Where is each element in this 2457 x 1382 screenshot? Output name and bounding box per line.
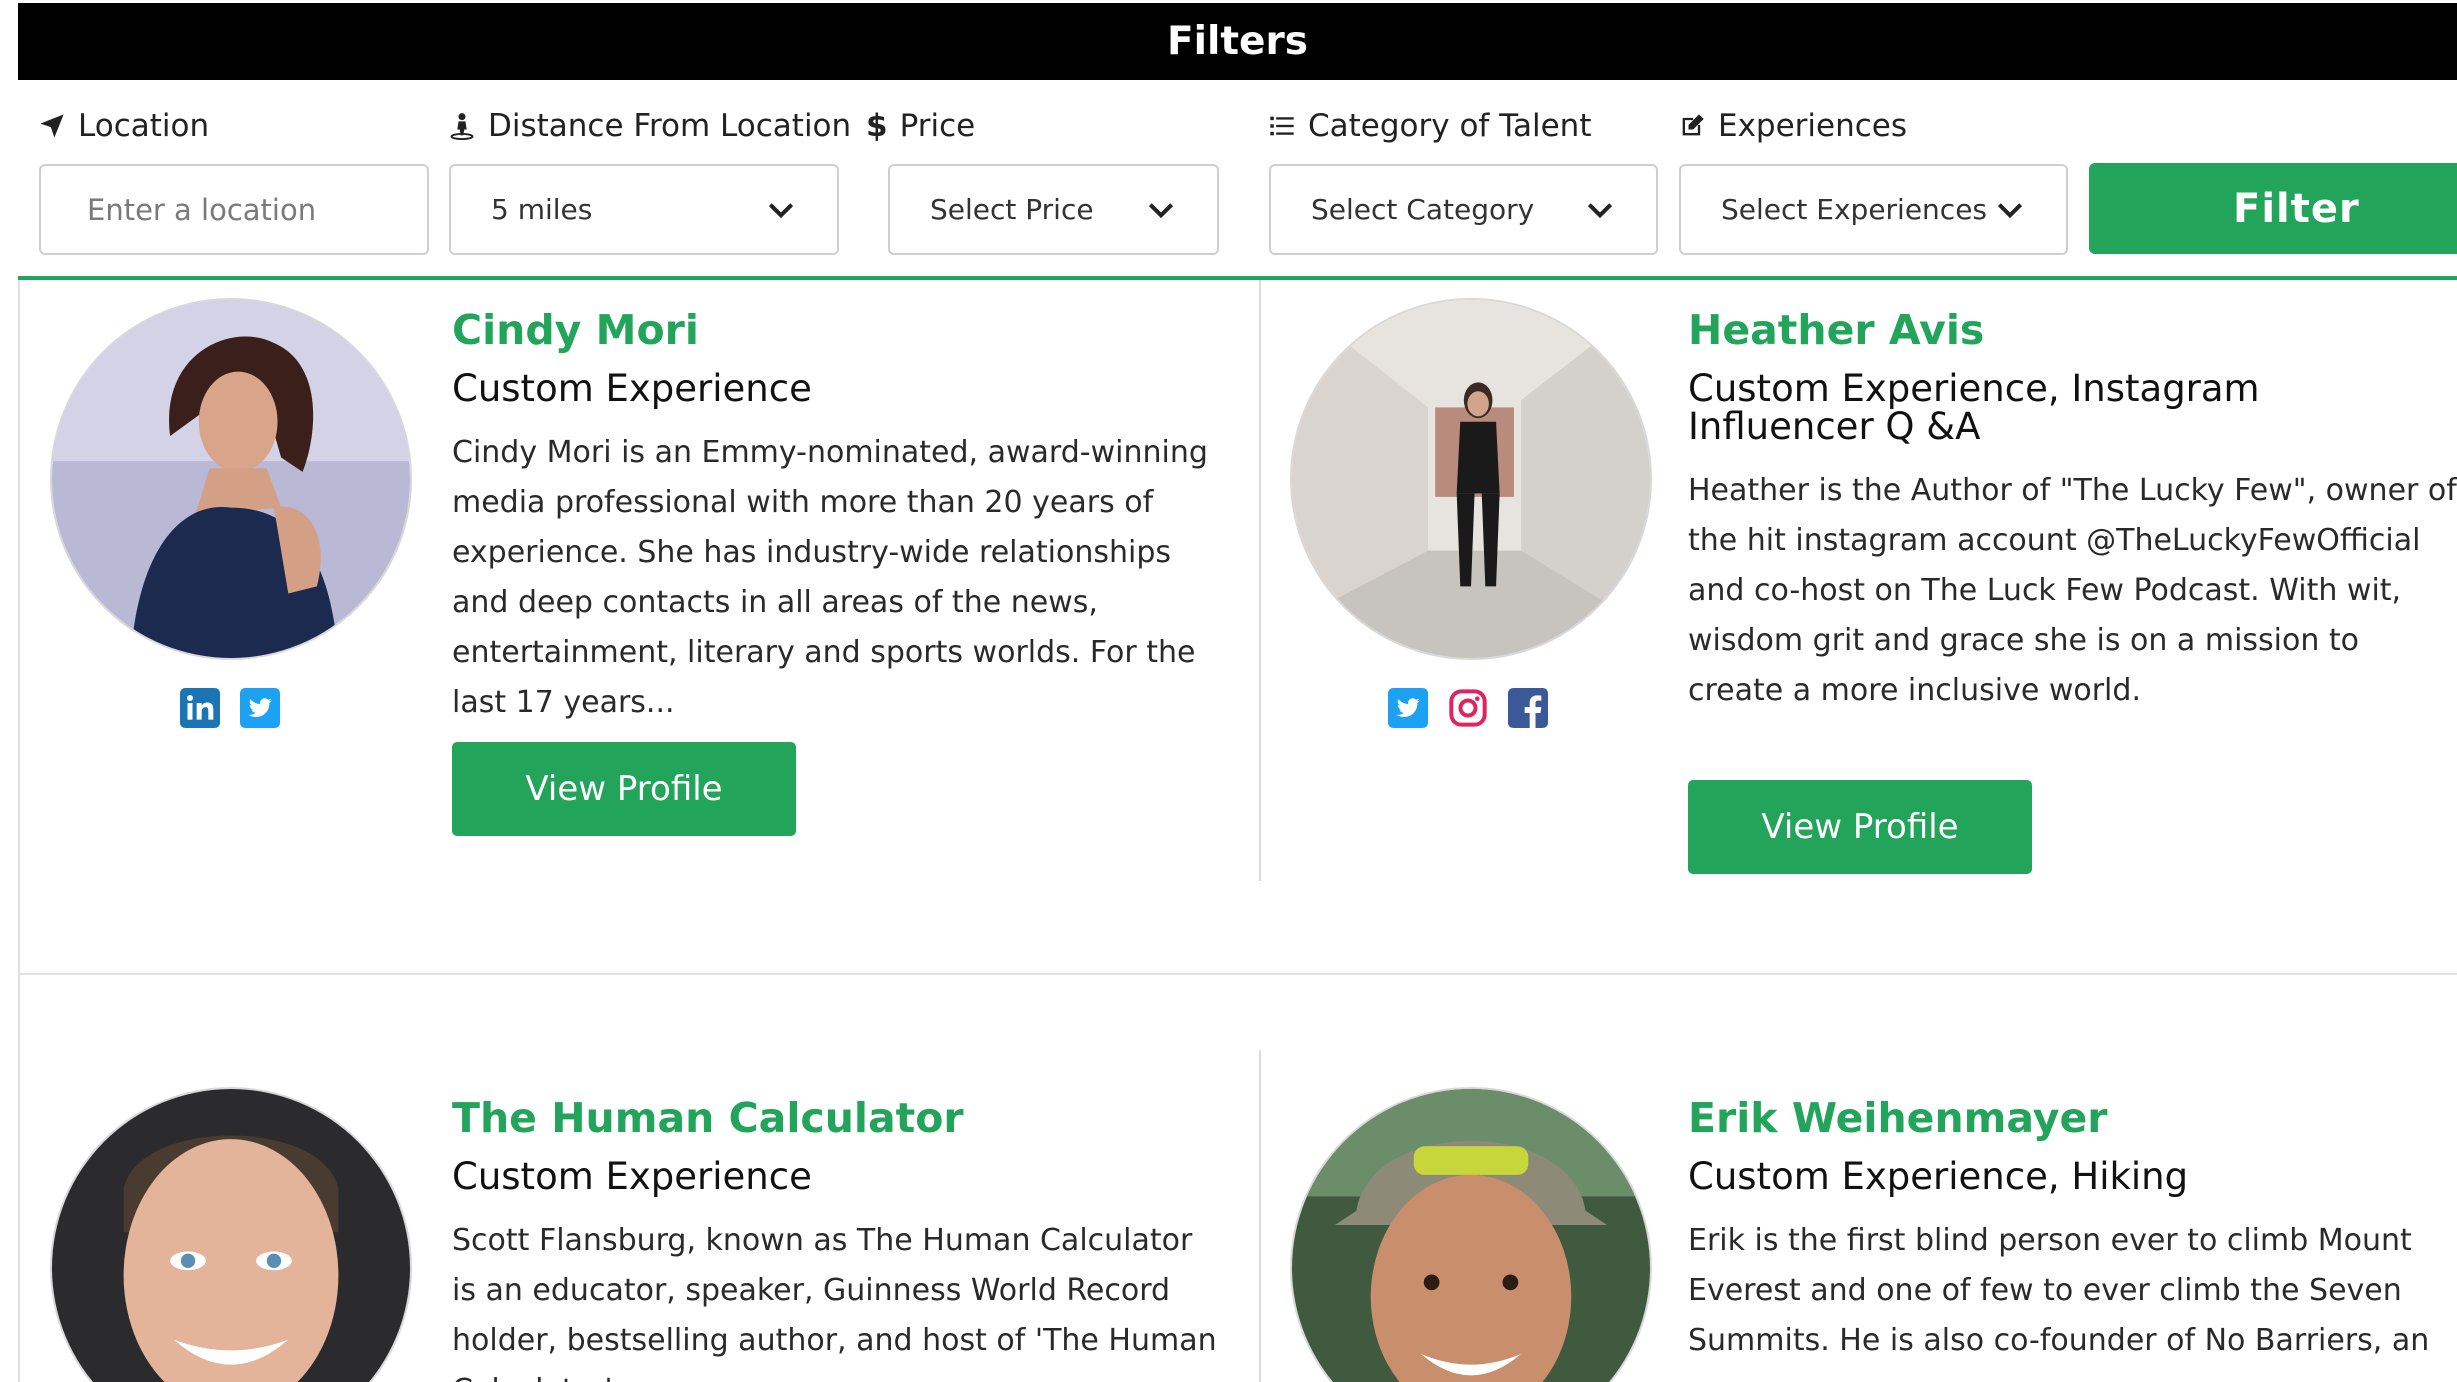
talent-name[interactable]: The Human Calculator xyxy=(452,1094,964,1142)
talent-name[interactable]: Cindy Mori xyxy=(452,306,699,354)
location-input[interactable] xyxy=(87,192,387,227)
distance-label: Distance From Location xyxy=(448,104,851,148)
linkedin-icon[interactable] xyxy=(180,688,220,728)
talent-category: Custom Experience xyxy=(452,1155,812,1198)
location-label: Location xyxy=(38,104,209,148)
edit-icon xyxy=(1682,114,1704,136)
talent-description: Heather is the Author of "The Lucky Few"… xyxy=(1688,473,2457,708)
location-arrow-icon xyxy=(40,114,64,138)
chevron-down-icon xyxy=(1148,202,1174,218)
filter-bar-divider xyxy=(18,276,2457,280)
distance-select[interactable]: 5 miles xyxy=(449,164,839,255)
talent-name[interactable]: Erik Weihenmayer xyxy=(1688,1094,2108,1142)
column-divider xyxy=(1259,1050,1261,1382)
category-select[interactable]: Select Category xyxy=(1269,164,1658,255)
talent-category: Custom Experience, Hiking xyxy=(1688,1155,2189,1198)
category-label: Category of Talent xyxy=(1268,104,1591,148)
row-divider xyxy=(18,973,2457,975)
view-profile-button[interactable]: View Profile xyxy=(1688,780,2032,874)
column-divider xyxy=(1259,280,1261,881)
chevron-down-icon xyxy=(1997,202,2023,218)
dollar-icon: $ xyxy=(866,108,888,144)
chevron-down-icon xyxy=(1587,202,1613,218)
price-select[interactable]: Select Price xyxy=(888,164,1219,255)
filters-title: Filters xyxy=(1167,19,1308,64)
talent-description: Cindy Mori is an Emmy-nominated, award-w… xyxy=(452,435,1208,720)
filter-button[interactable]: Filter xyxy=(2089,163,2457,254)
avatar xyxy=(50,298,412,660)
profile-photo xyxy=(52,300,410,658)
avatar xyxy=(1290,298,1652,660)
talent-category: Custom Experience, Instagram Influencer … xyxy=(1688,367,2260,448)
experiences-select[interactable]: Select Experiences xyxy=(1679,164,2068,255)
filters-header: Filters xyxy=(18,3,2457,80)
price-label: $ Price xyxy=(866,108,976,144)
instagram-icon[interactable] xyxy=(1448,688,1488,728)
profile-photo xyxy=(1292,300,1650,658)
social-links xyxy=(180,688,280,728)
profile-photo xyxy=(52,1089,410,1382)
street-view-icon xyxy=(450,113,474,140)
avatar xyxy=(1290,1087,1652,1382)
list-icon xyxy=(1270,116,1294,136)
location-input-wrap xyxy=(39,164,429,255)
avatar xyxy=(50,1087,412,1382)
social-links xyxy=(1388,688,1548,728)
chevron-down-icon xyxy=(768,202,794,218)
facebook-icon[interactable] xyxy=(1508,688,1548,728)
twitter-icon[interactable] xyxy=(240,688,280,728)
twitter-icon[interactable] xyxy=(1388,688,1428,728)
talent-name[interactable]: Heather Avis xyxy=(1688,306,1984,354)
profile-photo xyxy=(1292,1089,1650,1382)
talent-description: Erik is the first blind person ever to c… xyxy=(1688,1223,2430,1358)
experiences-label: Experiences xyxy=(1678,104,1907,148)
talent-category: Custom Experience xyxy=(452,367,812,410)
talent-description: Scott Flansburg, known as The Human Calc… xyxy=(452,1223,1217,1382)
view-profile-button[interactable]: View Profile xyxy=(452,742,796,836)
left-border xyxy=(18,280,20,1382)
